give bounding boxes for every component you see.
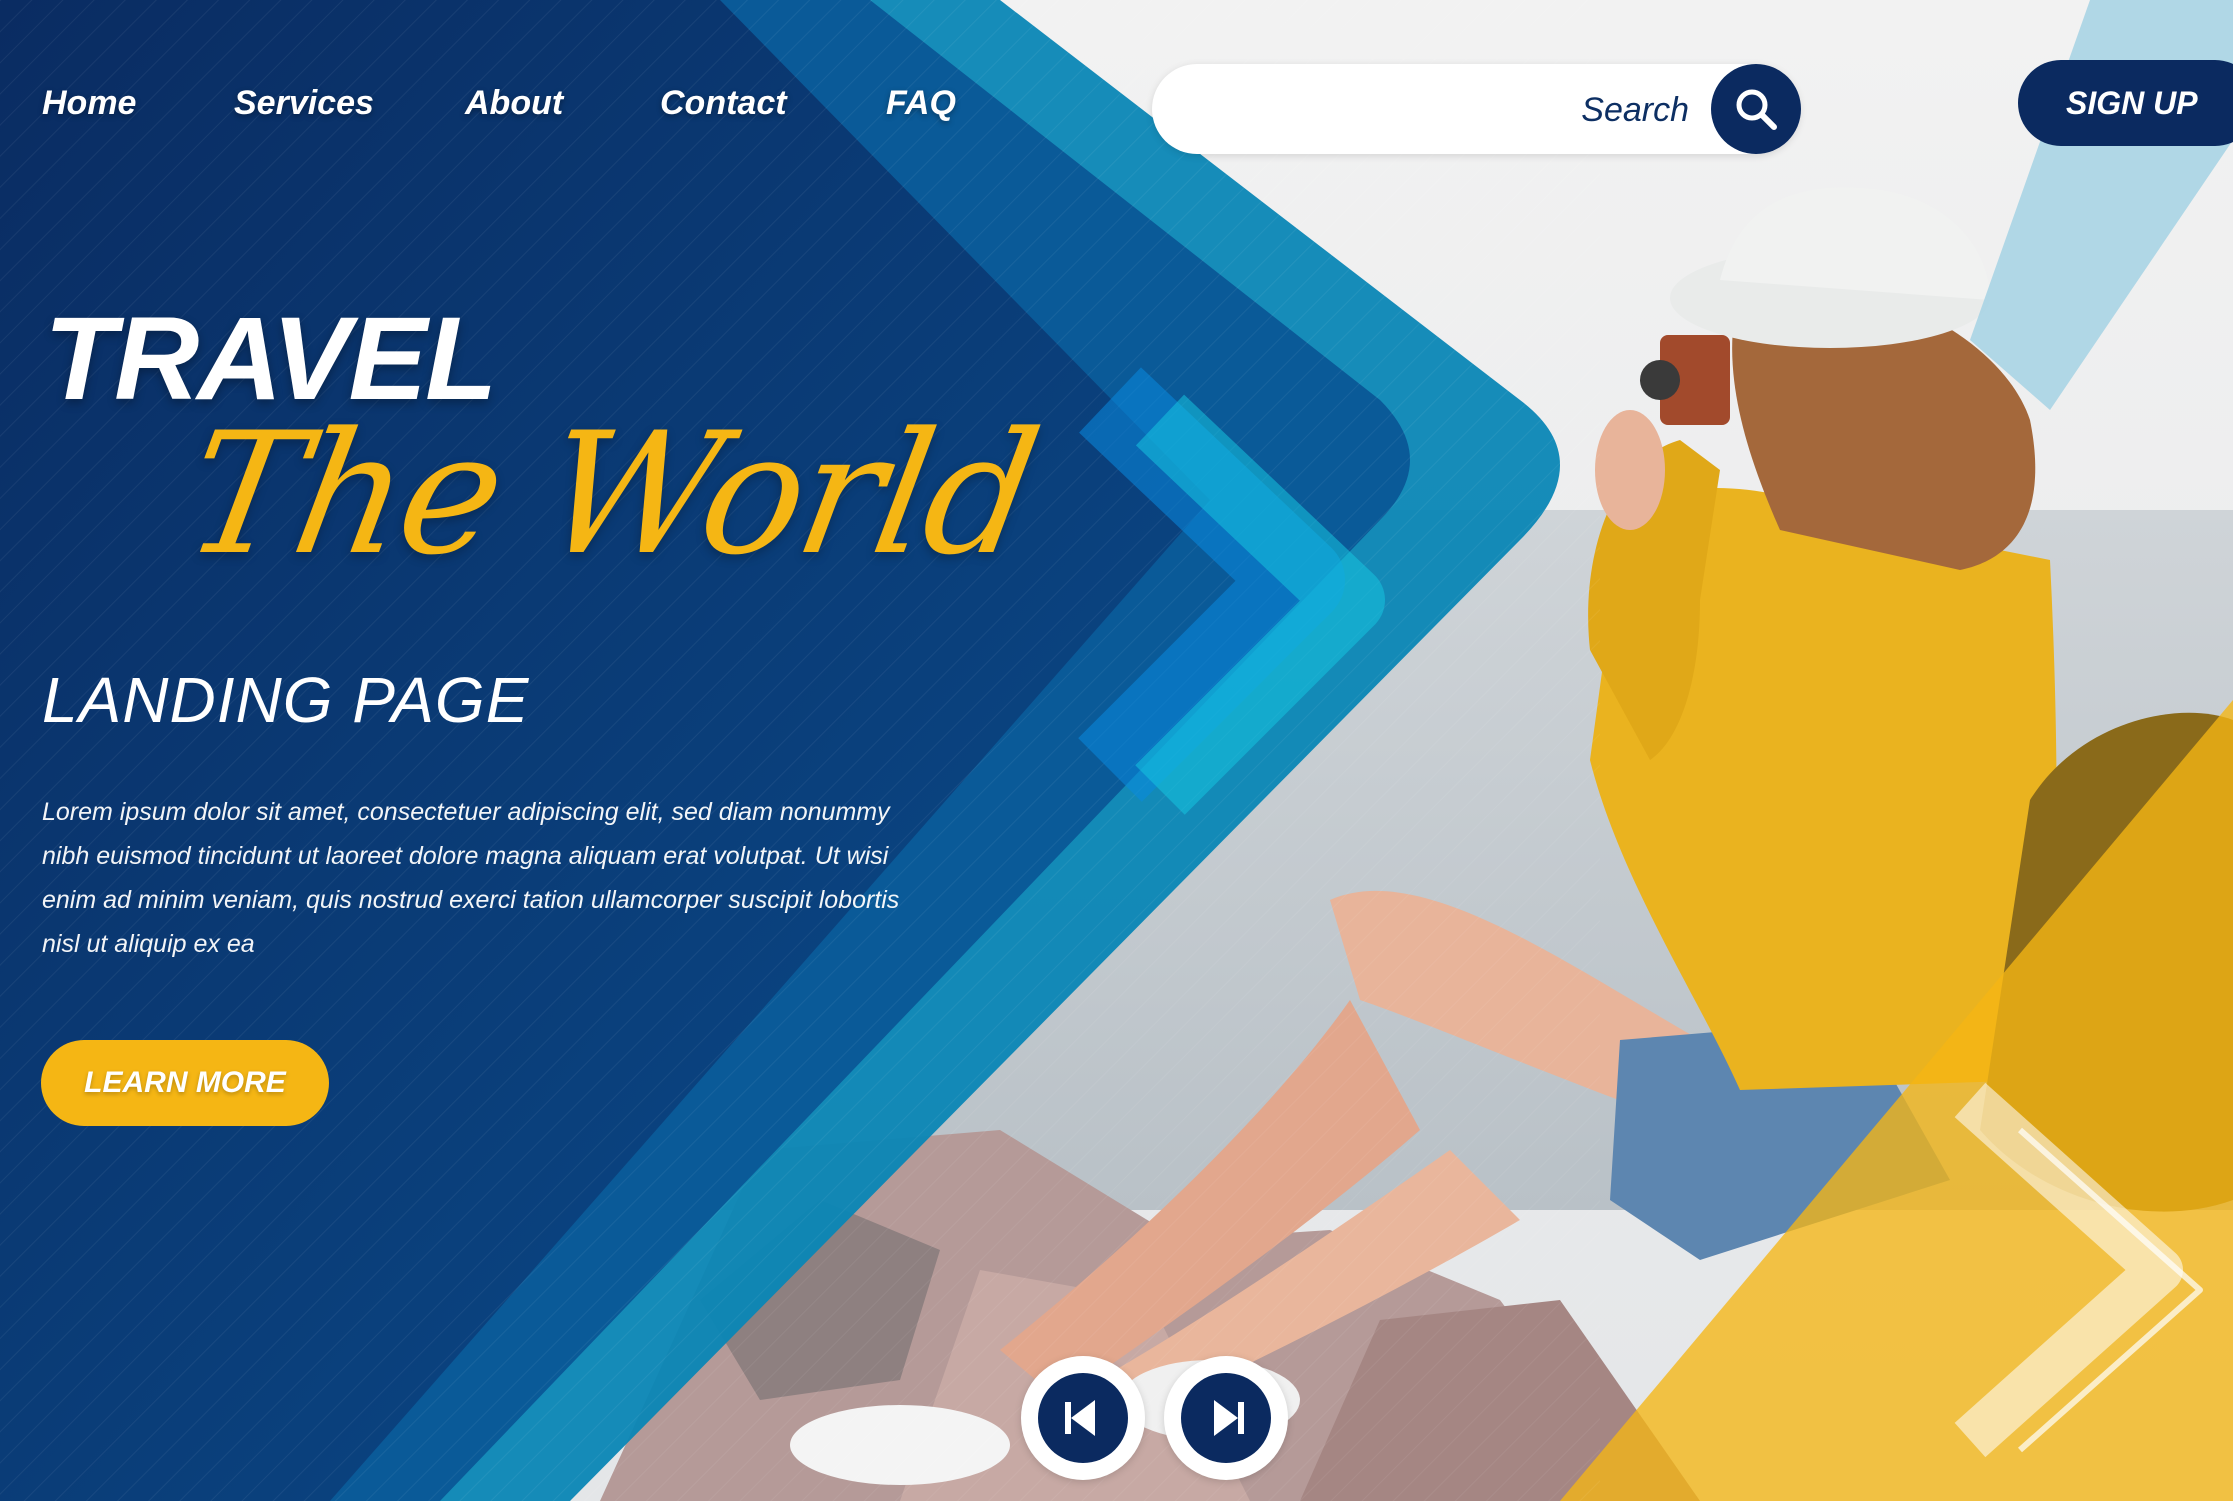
hero-script-title: The World bbox=[172, 396, 1049, 592]
nav-item-home[interactable]: Home bbox=[42, 84, 136, 123]
sign-up-button[interactable]: SIGN UP bbox=[2018, 60, 2233, 146]
hero-subtitle: LANDING PAGE bbox=[42, 664, 530, 736]
learn-more-button[interactable]: LEARN MORE bbox=[41, 1040, 329, 1126]
chevron-right-icon bbox=[1181, 1373, 1271, 1463]
slider-next-button[interactable] bbox=[1164, 1356, 1288, 1480]
slider-prev-button[interactable] bbox=[1021, 1356, 1145, 1480]
search-bar bbox=[1152, 64, 1800, 154]
chevron-left-icon bbox=[1038, 1373, 1128, 1463]
hero-photo bbox=[0, 0, 2233, 1501]
landing-page: Home Services About Contact FAQ SIGN UP … bbox=[0, 0, 2233, 1501]
nav-item-faq[interactable]: FAQ bbox=[886, 84, 956, 123]
search-button[interactable] bbox=[1711, 64, 1801, 154]
nav-item-services[interactable]: Services bbox=[234, 84, 374, 123]
search-input[interactable] bbox=[1182, 79, 1691, 141]
nav-item-contact[interactable]: Contact bbox=[660, 84, 787, 123]
search-icon bbox=[1736, 89, 1777, 130]
nav-item-about[interactable]: About bbox=[465, 84, 563, 123]
hero-description: Lorem ipsum dolor sit amet, consectetuer… bbox=[42, 798, 900, 958]
